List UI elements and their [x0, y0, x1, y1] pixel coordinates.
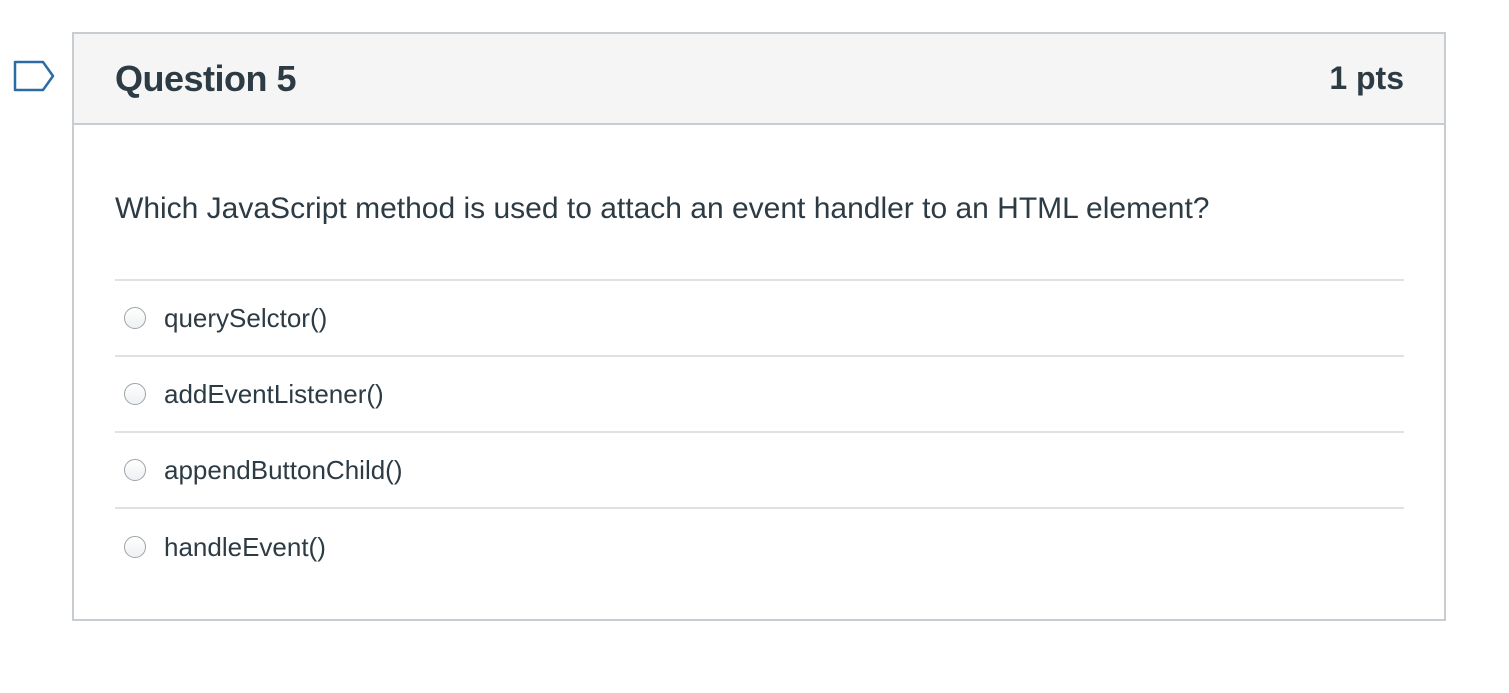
flag-question-icon[interactable]	[13, 60, 57, 92]
answer-option[interactable]: appendButtonChild()	[115, 433, 1404, 509]
answer-label[interactable]: handleEvent()	[164, 532, 326, 563]
question-points: 1 pts	[1329, 60, 1404, 96]
radio-button[interactable]	[124, 536, 146, 558]
quiz-page: Question 5 1 pts Which JavaScript method…	[0, 0, 1509, 693]
radio-button[interactable]	[124, 307, 146, 329]
question-header: Question 5 1 pts	[74, 34, 1444, 125]
answer-label[interactable]: addEventListener()	[164, 379, 384, 410]
question-card: Question 5 1 pts Which JavaScript method…	[72, 32, 1446, 621]
question-text: Which JavaScript method is used to attac…	[115, 192, 1210, 225]
question-body: Which JavaScript method is used to attac…	[74, 191, 1444, 585]
answer-label[interactable]: querySelctor()	[164, 303, 327, 334]
answer-option[interactable]: querySelctor()	[115, 281, 1404, 357]
radio-button[interactable]	[124, 459, 146, 481]
answer-option[interactable]: handleEvent()	[115, 509, 1404, 585]
radio-button[interactable]	[124, 383, 146, 405]
answer-label[interactable]: appendButtonChild()	[164, 455, 403, 486]
answer-option[interactable]: addEventListener()	[115, 357, 1404, 433]
question-title: Question 5	[115, 57, 297, 99]
answer-list: querySelctor() addEventListener() append…	[115, 279, 1404, 585]
